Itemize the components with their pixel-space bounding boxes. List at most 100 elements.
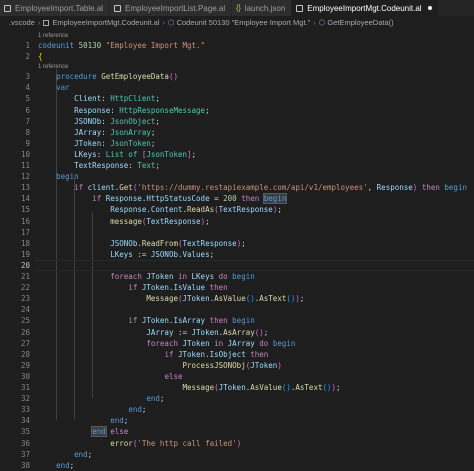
tab-1[interactable]: EmployeeImportList.Page.al bbox=[110, 0, 233, 16]
line-number: 6 bbox=[25, 105, 30, 115]
tab-3[interactable]: EmployeeImportMgt.Codeunit.al bbox=[292, 0, 439, 16]
code-token: ; bbox=[123, 416, 129, 426]
breadcrumb-item[interactable]: .vscode bbox=[9, 18, 35, 27]
code-token: do bbox=[259, 338, 269, 348]
code-line[interactable]: 18 JSONOb.ReadFrom(TextResponse); bbox=[0, 238, 474, 249]
code-line[interactable]: 30 else bbox=[0, 371, 474, 382]
code-text: LKeys: List of [JsonToken]; bbox=[38, 149, 196, 160]
code-token: : bbox=[101, 116, 111, 126]
code-line[interactable]: 15 Response.Content.ReadAs(TextResponse)… bbox=[0, 204, 474, 215]
code-line[interactable]: 37 end; bbox=[0, 449, 474, 460]
code-line[interactable]: 32 end; bbox=[0, 393, 474, 404]
code-line[interactable]: 9 JToken: JsonToken; bbox=[0, 138, 474, 149]
code-token: : bbox=[110, 105, 120, 115]
code-text: JArray := JToken.AsArray(); bbox=[38, 327, 268, 338]
code-token: JsonObject bbox=[110, 116, 156, 126]
code-line[interactable]: 20 bbox=[0, 260, 474, 271]
code-line[interactable]: 17 bbox=[0, 227, 474, 238]
code-line[interactable]: 11 TextResponse: Text; bbox=[0, 160, 474, 171]
line-number: 20 bbox=[20, 260, 30, 270]
code-line[interactable]: 13 if client.Get('https://dummy.restapie… bbox=[0, 182, 474, 193]
tab-2[interactable]: {} launch.json bbox=[232, 0, 293, 16]
code-token: codeunit bbox=[38, 41, 75, 50]
code-line[interactable]: 31 Message(JToken.AsValue().AsText()); bbox=[0, 382, 474, 393]
code-token: Response bbox=[110, 205, 147, 215]
code-token: List of bbox=[105, 149, 142, 159]
code-token: () bbox=[281, 383, 291, 392]
code-token: JToken bbox=[191, 327, 219, 337]
code-line[interactable]: 12 begin bbox=[0, 171, 474, 182]
code-line[interactable]: 2{ bbox=[0, 51, 474, 62]
code-line[interactable]: 6 Response: HttpResponseMessage; bbox=[0, 105, 474, 116]
code-token: 'https://dummy.restapiexample.com/api/v1… bbox=[137, 183, 368, 193]
line-number: 4 bbox=[25, 83, 30, 93]
line-number: 38 bbox=[20, 460, 30, 470]
line-number: 13 bbox=[20, 183, 30, 193]
code-line[interactable]: 33 end; bbox=[0, 404, 474, 415]
code-token: TextResponse bbox=[146, 216, 201, 226]
code-line[interactable]: 5 Client: HttpClient; bbox=[0, 93, 474, 104]
code-token: then bbox=[421, 183, 440, 193]
code-line[interactable]: 16 message(TextResponse); bbox=[0, 216, 474, 227]
code-line[interactable]: 7 JSONOb: JsonObject; bbox=[0, 116, 474, 127]
line-number: 8 bbox=[25, 127, 30, 137]
code-token: 'The http call failed' bbox=[137, 438, 237, 448]
code-line[interactable]: 10 LKeys: List of [JsonToken]; bbox=[0, 149, 474, 160]
breadcrumb-item[interactable]: Codeunit 50130 "Employee Import Mgt." bbox=[177, 18, 311, 27]
code-token: ; bbox=[155, 161, 160, 170]
code-token: "Employee Import Mgt." bbox=[105, 41, 206, 50]
code-line[interactable]: 24 bbox=[0, 304, 474, 315]
code-text: Response.Content.ReadAs(TextResponse); bbox=[38, 204, 282, 215]
code-token: else bbox=[110, 427, 129, 437]
code-line[interactable]: 1 codeunit 50130 "Employee Import Mgt." bbox=[0, 40, 474, 51]
code-text: codeunit 50130 "Employee Import Mgt." bbox=[38, 40, 205, 51]
code-token: ; bbox=[205, 105, 210, 115]
code-line[interactable]: 14 if Response.HttpStatusCode = 200 then… bbox=[0, 193, 474, 205]
breadcrumb-item[interactable]: EmployeeImportMgt.Codeunit.al bbox=[52, 18, 159, 27]
code-token: () bbox=[254, 327, 264, 337]
unsaved-dot-icon[interactable] bbox=[427, 6, 432, 10]
code-line[interactable]: 36 error('The http call failed') bbox=[0, 438, 474, 449]
code-line[interactable]: 4 var bbox=[0, 82, 474, 93]
code-token: ; bbox=[155, 116, 160, 126]
code-token: then bbox=[209, 316, 228, 326]
code-line[interactable]: 21 foreach JToken in LKeys do begin bbox=[0, 271, 474, 282]
line-number: 30 bbox=[20, 371, 30, 381]
line-number: 37 bbox=[20, 449, 30, 459]
code-line[interactable]: 25 if JToken.IsArray then begin bbox=[0, 315, 474, 326]
code-line[interactable]: 22 if JToken.IsValue then bbox=[0, 282, 474, 293]
code-line[interactable]: 3 procedure GetEmployeeData() bbox=[0, 71, 474, 82]
code-token: JToken bbox=[141, 316, 169, 326]
symbol-method-icon: ⬡ bbox=[318, 18, 326, 27]
code-token: end bbox=[56, 460, 70, 470]
code-line[interactable]: 29 ProcessJSONObj(JToken) bbox=[0, 360, 474, 371]
code-line[interactable]: 34 end; bbox=[0, 415, 474, 426]
code-line[interactable]: 23 Message(JToken.AsValue().AsText()); bbox=[0, 293, 474, 304]
code-token: JToken bbox=[182, 338, 210, 348]
code-token: Response bbox=[376, 183, 413, 193]
code-line[interactable]: 27 foreach JToken in JArray do begin bbox=[0, 338, 474, 349]
breadcrumb-item[interactable]: GetEmployeeData() bbox=[327, 18, 393, 27]
code-line[interactable]: 8 JArray: JsonArray; bbox=[0, 127, 474, 138]
code-editor[interactable]: 1 reference 1 codeunit 50130 "Employee Imp… bbox=[0, 29, 474, 470]
code-line[interactable]: 28 if JToken.IsObject then bbox=[0, 349, 474, 360]
code-line[interactable]: 19 LKeys := JSONOb.Values; bbox=[0, 249, 474, 260]
code-token: ; bbox=[209, 249, 215, 259]
code-line[interactable]: 26 JArray := JToken.AsArray(); bbox=[0, 327, 474, 338]
line-number: 16 bbox=[20, 216, 30, 226]
tab-0[interactable]: EmployeeImport.Table.al bbox=[0, 0, 111, 16]
code-token: then bbox=[209, 283, 228, 293]
code-token: GetEmployeeData bbox=[101, 72, 169, 82]
code-line[interactable]: 35 end else bbox=[0, 426, 474, 438]
code-token: IsObject bbox=[209, 349, 246, 359]
code-line[interactable]: 38 end; bbox=[0, 460, 474, 471]
